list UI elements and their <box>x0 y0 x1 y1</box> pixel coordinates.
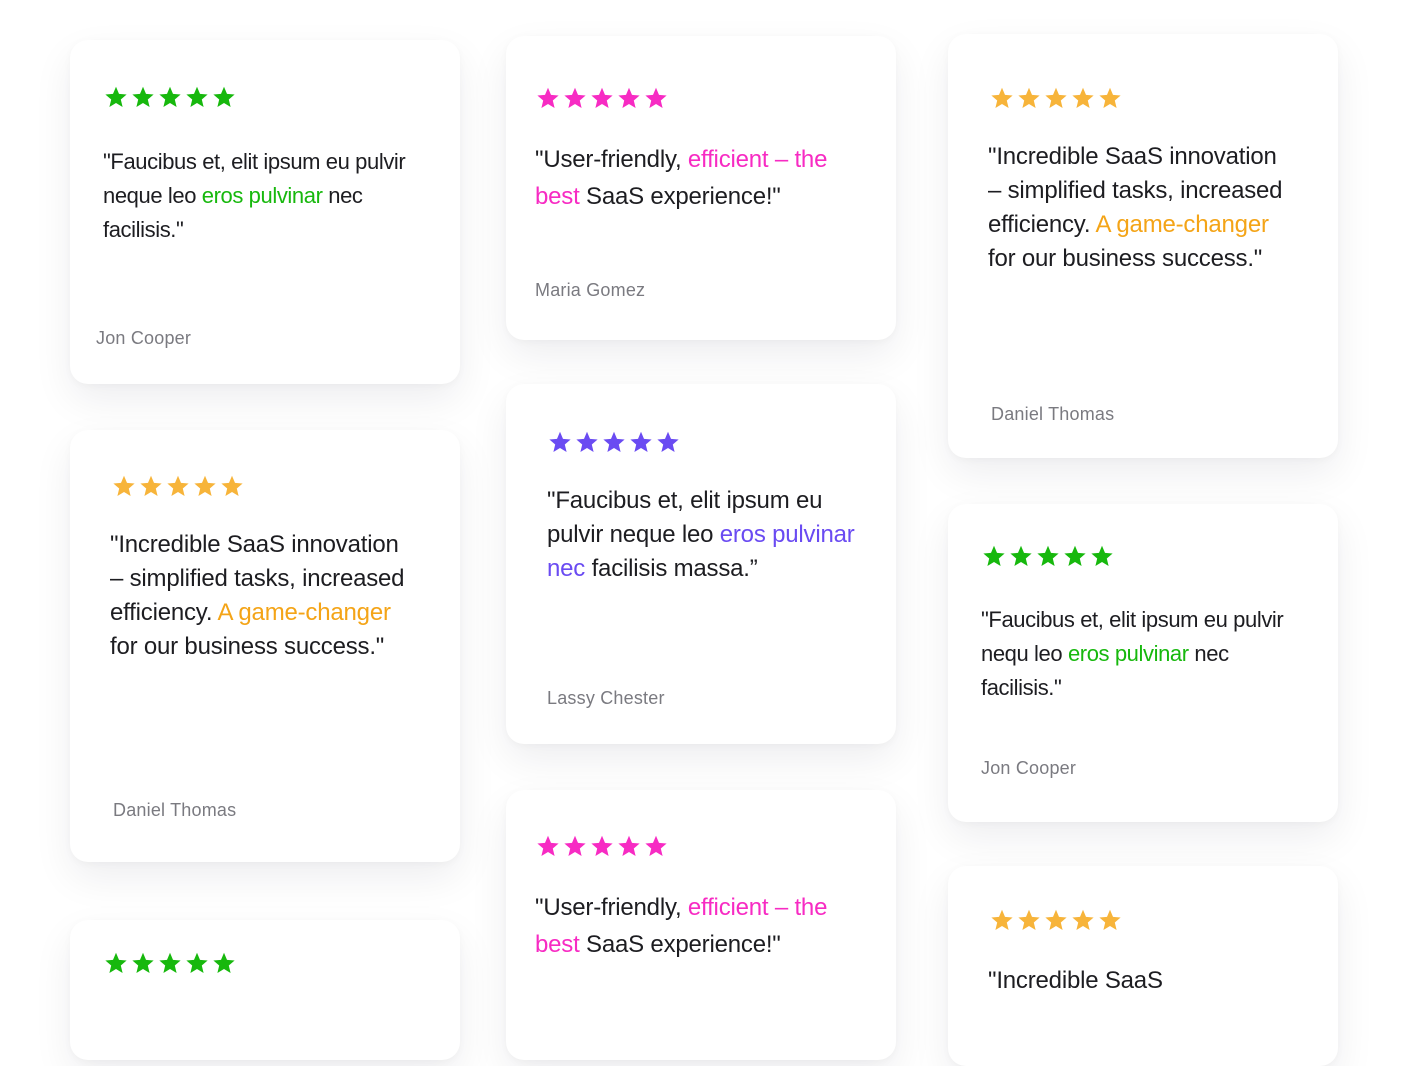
testimonial-card: "Incredible SaaS innovation – simplified… <box>948 34 1338 458</box>
quote-highlight: eros pulvinar <box>1067 641 1189 666</box>
testimonial-card <box>70 920 460 1060</box>
star-icon <box>139 474 163 498</box>
star-icon <box>590 86 614 110</box>
star-rating <box>104 85 236 109</box>
testimonial-card: "Incredible SaaS innovation – simplified… <box>70 430 460 862</box>
star-icon <box>158 85 182 109</box>
star-icon <box>1017 86 1041 110</box>
star-icon <box>644 86 668 110</box>
star-icon <box>131 85 155 109</box>
testimonial-card: "Faucibus et, elit ipsum eu pulvir neque… <box>506 384 896 744</box>
star-icon <box>990 86 1014 110</box>
star-icon <box>212 951 236 975</box>
star-rating <box>104 951 236 975</box>
testimonial-card: "Incredible SaaS <box>948 866 1338 1066</box>
star-icon <box>656 430 680 454</box>
star-icon <box>575 430 599 454</box>
star-icon <box>193 474 217 498</box>
quote-highlight: A game-changer <box>1095 211 1269 238</box>
star-rating <box>990 86 1122 110</box>
star-icon <box>982 544 1006 568</box>
star-icon <box>1098 908 1122 932</box>
star-icon <box>104 951 128 975</box>
star-rating <box>548 430 680 454</box>
testimonial-quote: "Faucibus et, elit ipsum eu pulvir neque… <box>547 487 855 582</box>
testimonial-card: "User-friendly, efficient – the best Saa… <box>506 36 896 340</box>
star-rating <box>536 86 668 110</box>
star-icon <box>617 86 641 110</box>
testimonial-author: Daniel Thomas <box>991 404 1115 424</box>
star-icon <box>1036 544 1060 568</box>
star-rating <box>982 544 1114 568</box>
star-icon <box>1090 544 1114 568</box>
star-icon <box>990 908 1014 932</box>
star-icon <box>131 951 155 975</box>
star-icon <box>1044 908 1068 932</box>
star-rating <box>536 834 668 858</box>
testimonial-author: Jon Cooper <box>96 328 192 348</box>
star-icon <box>1071 86 1095 110</box>
star-icon <box>1071 908 1095 932</box>
star-icon <box>548 430 572 454</box>
testimonial-quote: "Faucibus et, elit ipsum eu pulvir neque… <box>103 149 406 242</box>
quote-highlight: A game-changer <box>217 599 391 626</box>
star-rating <box>990 908 1122 932</box>
star-icon <box>563 834 587 858</box>
star-icon <box>629 430 653 454</box>
star-icon <box>185 951 209 975</box>
testimonial-card: "Faucibus et, elit ipsum eu pulvir neque… <box>70 40 460 384</box>
star-icon <box>1063 544 1087 568</box>
testimonial-quote: "Incredible SaaS innovation – simplified… <box>988 143 1283 272</box>
testimonial-author: Jon Cooper <box>981 758 1077 778</box>
quote-highlight: eros pulvinar <box>201 183 323 208</box>
star-icon <box>536 86 560 110</box>
star-icon <box>602 430 626 454</box>
star-icon <box>212 85 236 109</box>
star-icon <box>644 834 668 858</box>
testimonial-quote: "Incredible SaaS innovation – simplified… <box>110 531 405 660</box>
star-icon <box>536 834 560 858</box>
star-icon <box>112 474 136 498</box>
testimonial-quote: "User-friendly, efficient – the best Saa… <box>535 146 828 210</box>
testimonial-author: Lassy Chester <box>547 688 665 708</box>
testimonial-quote: "User-friendly, efficient – the best Saa… <box>535 894 828 958</box>
star-icon <box>1017 908 1041 932</box>
star-icon <box>563 86 587 110</box>
star-icon <box>158 951 182 975</box>
testimonial-quote: "Incredible SaaS <box>988 967 1163 994</box>
testimonial-card: "Faucibus et, elit ipsum eu pulvir nequ … <box>948 504 1338 822</box>
star-icon <box>166 474 190 498</box>
star-icon <box>1009 544 1033 568</box>
star-icon <box>590 834 614 858</box>
star-rating <box>112 474 244 498</box>
star-icon <box>1098 86 1122 110</box>
star-icon <box>185 85 209 109</box>
star-icon <box>617 834 641 858</box>
star-icon <box>1044 86 1068 110</box>
star-icon <box>220 474 244 498</box>
testimonial-quote: "Faucibus et, elit ipsum eu pulvir nequ … <box>981 607 1284 700</box>
star-icon <box>104 85 128 109</box>
testimonial-author: Daniel Thomas <box>113 800 237 820</box>
testimonial-author: Maria Gomez <box>535 280 646 300</box>
